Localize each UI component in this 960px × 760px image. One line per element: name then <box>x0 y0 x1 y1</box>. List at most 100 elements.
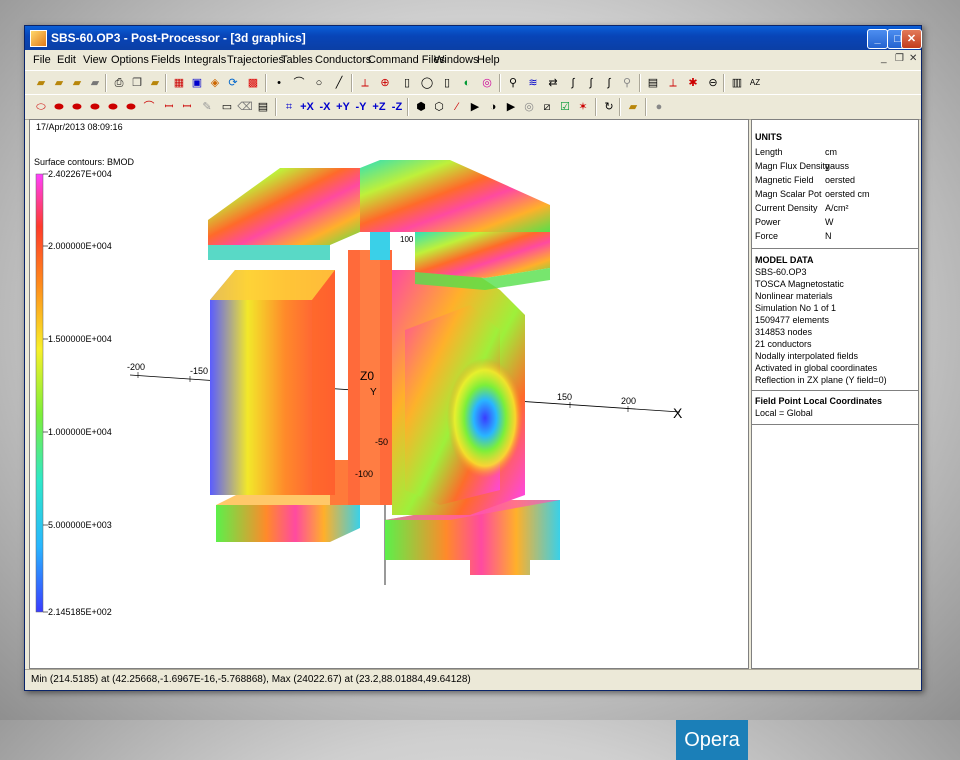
menu-edit[interactable]: Edit <box>57 54 76 66</box>
menu-view[interactable]: View <box>83 54 107 66</box>
shape2-icon[interactable]: ⬬ <box>87 99 103 115</box>
calculator-icon[interactable]: ▤ <box>645 75 661 91</box>
menu-options[interactable]: Options <box>111 54 149 66</box>
materials-icon[interactable]: ◈ <box>207 75 223 91</box>
point-icon[interactable]: • <box>271 75 287 91</box>
print-icon[interactable]: ⎙ <box>111 75 127 91</box>
grid-check-icon[interactable]: ☑ <box>557 99 573 115</box>
coil-icon[interactable]: ∫ <box>565 75 581 91</box>
legend-label-20000: 2.000000E+004 <box>48 241 112 251</box>
flux-icon[interactable]: ⟂ <box>665 75 681 91</box>
coil-red-icon[interactable]: ꟷ <box>161 99 177 115</box>
export-icon[interactable]: ▰ <box>147 75 163 91</box>
particle-icon[interactable]: ⚲ <box>505 75 521 91</box>
target-icon[interactable]: ⊕ <box>377 75 393 91</box>
line-icon[interactable]: ╱ <box>331 75 347 91</box>
pencil-icon[interactable]: ✎ <box>199 99 215 115</box>
play-icon[interactable]: ▶ <box>467 99 483 115</box>
rect-outline-icon[interactable]: ▯ <box>399 75 415 91</box>
model-view[interactable]: 17/Apr/2013 08:09:16 Surface contours: B… <box>30 120 748 668</box>
minimize-button[interactable]: _ <box>867 29 888 49</box>
cube-wire-icon[interactable]: ⬡ <box>431 99 447 115</box>
refresh-icon[interactable]: ⟳ <box>225 75 241 91</box>
tick-150: 150 <box>557 392 572 402</box>
circle-icon[interactable]: ○ <box>311 75 327 91</box>
folder-icon[interactable]: ▰ <box>625 99 641 115</box>
model-line: SBS-60.OP3 <box>755 267 807 277</box>
rotate-icon[interactable]: ↻ <box>601 99 617 115</box>
copy-icon[interactable]: ❐ <box>129 75 145 91</box>
legend-label-min: 2.145185E+002 <box>48 607 112 617</box>
record-icon[interactable]: ● <box>651 99 667 115</box>
display-icon[interactable]: ▣ <box>189 75 205 91</box>
graph-icon[interactable]: ⟂ <box>357 75 373 91</box>
view-minus-x-button[interactable]: -X <box>317 99 333 115</box>
coil-red2-icon[interactable]: ꟷ <box>179 99 195 115</box>
mdi-close-button[interactable]: ✕ <box>909 53 917 64</box>
ellipse-filled-icon[interactable]: ⬬ <box>51 99 67 115</box>
open-data-icon[interactable]: ▰ <box>69 75 85 91</box>
view-plus-y-button[interactable]: +Y <box>335 99 351 115</box>
disc-icon[interactable]: ◎ <box>521 99 537 115</box>
field-minimum-spot <box>447 358 523 478</box>
coil3-icon[interactable]: ∫ <box>601 75 617 91</box>
save-icon[interactable]: ▰ <box>87 75 103 91</box>
mdi-restore-button[interactable]: ❐ <box>895 53 904 64</box>
table-icon[interactable]: ▥ <box>729 75 745 91</box>
brush-icon[interactable]: ⁄ <box>449 99 465 115</box>
model-line: Activated in global coordinates <box>755 363 878 373</box>
view-plus-x-button[interactable]: +X <box>299 99 315 115</box>
unit-label-length: Length <box>755 147 783 157</box>
new-icon[interactable]: ▰ <box>33 75 49 91</box>
half-sphere-icon[interactable]: ◑ <box>485 99 501 115</box>
cube-solid-icon[interactable]: ⬢ <box>413 99 429 115</box>
rings-icon[interactable]: ◎ <box>479 75 495 91</box>
path-icon[interactable]: ⇄ <box>545 75 561 91</box>
field-vector-icon[interactable]: ✱ <box>685 75 701 91</box>
slice-icon[interactable]: ⧄ <box>539 99 555 115</box>
field-point-line: Local = Global <box>755 408 813 418</box>
ellipse-red-icon[interactable]: ⬭ <box>33 99 49 115</box>
ruler-icon[interactable]: ▭ <box>219 99 235 115</box>
view-minus-z-button[interactable]: -Z <box>389 99 405 115</box>
view-plus-z-button[interactable]: +Z <box>371 99 387 115</box>
axes-icon[interactable]: ⌗ <box>281 99 297 115</box>
gauge-icon[interactable]: ⊖ <box>705 75 721 91</box>
arc-icon[interactable]: ⌒ <box>291 75 307 91</box>
curve-icon[interactable]: ⌒ <box>141 99 157 115</box>
menu-windows[interactable]: Windows <box>434 54 479 66</box>
coil2-icon[interactable]: ∫ <box>583 75 599 91</box>
ellipse-outline-icon[interactable]: ◯ <box>419 75 435 91</box>
search-icon[interactable]: ⚲ <box>619 75 635 91</box>
title-bar[interactable]: SBS-60.OP3 - Post-Processor - [3d graphi… <box>25 26 922 50</box>
close-button[interactable]: ✕ <box>901 29 922 49</box>
tick-200: 200 <box>621 396 636 406</box>
document-icon[interactable]: ▤ <box>255 99 271 115</box>
rod-icon[interactable]: ⬬ <box>105 99 121 115</box>
mdi-minimize-button[interactable]: _ <box>881 53 887 64</box>
contour-icon[interactable]: ▩ <box>245 75 261 91</box>
mesh-icon[interactable]: ▦ <box>171 75 187 91</box>
timestamp: 17/Apr/2013 08:09:16 <box>36 122 123 132</box>
sphere-color-icon[interactable]: ◐ <box>459 75 475 91</box>
shape-icon[interactable]: ⬬ <box>69 99 85 115</box>
vector-icon[interactable]: ✶ <box>575 99 591 115</box>
open-folder-icon[interactable]: ▰ <box>51 75 67 91</box>
units-icon[interactable]: AZ <box>747 75 763 91</box>
menu-conductors[interactable]: Conductors <box>315 54 371 66</box>
menu-tables[interactable]: Tables <box>281 54 313 66</box>
graphics-canvas[interactable]: 17/Apr/2013 08:09:16 Surface contours: B… <box>29 119 749 760</box>
menu-file[interactable]: File <box>33 54 51 66</box>
bar-icon[interactable]: ⬬ <box>123 99 139 115</box>
menu-integrals[interactable]: Integrals <box>184 54 226 66</box>
eraser-icon[interactable]: ⌫ <box>237 99 253 115</box>
menu-trajectories[interactable]: Trajectories <box>227 54 284 66</box>
view-minus-y-button[interactable]: -Y <box>353 99 369 115</box>
triangle-icon[interactable]: ▶ <box>503 99 519 115</box>
field-lines-icon[interactable]: ≋ <box>525 75 541 91</box>
cylinder-icon[interactable]: ▯ <box>439 75 455 91</box>
units-heading: UNITS <box>755 132 782 142</box>
unit-label-scalar: Magn Scalar Pot <box>755 189 822 199</box>
menu-help[interactable]: Help <box>477 54 500 66</box>
menu-fields[interactable]: Fields <box>151 54 180 66</box>
